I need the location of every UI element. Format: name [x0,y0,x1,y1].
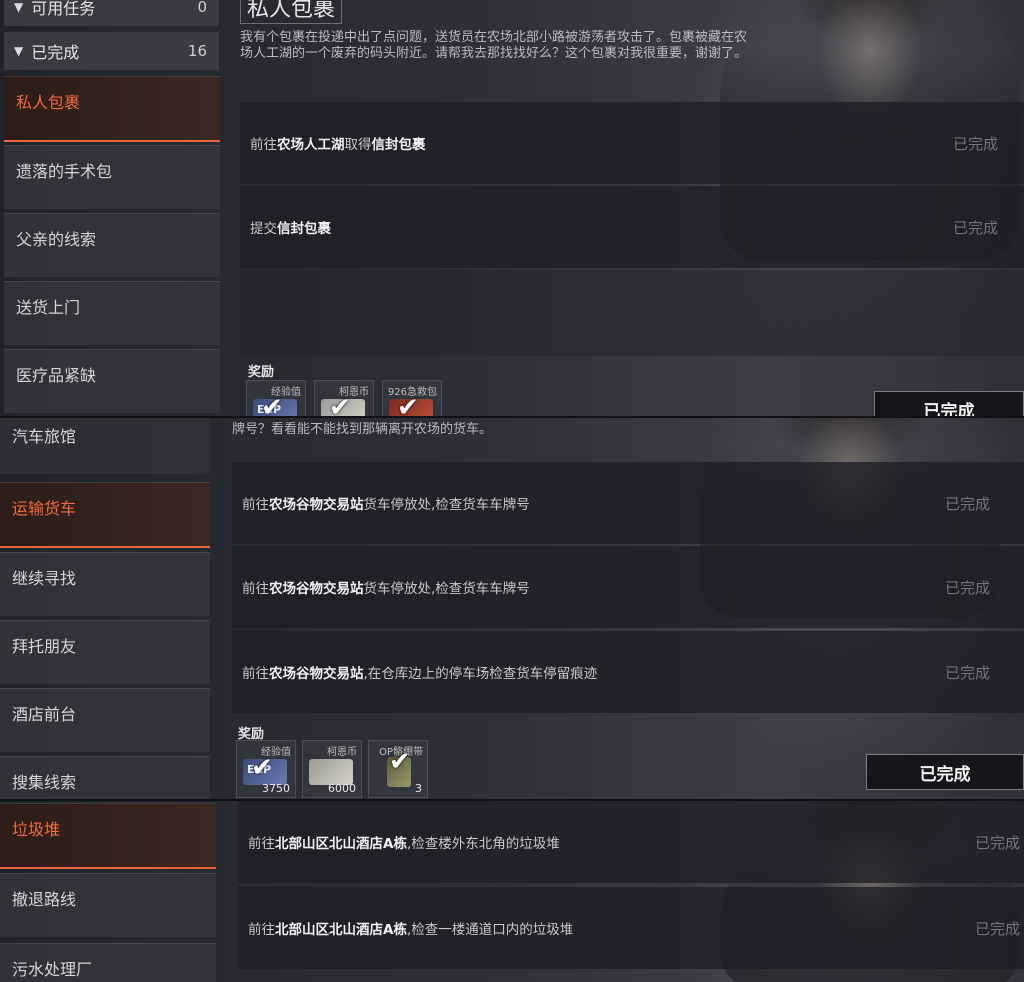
objective-status: 已完成 [952,218,998,237]
objective-text: 取得 [344,137,372,153]
quest-item[interactable]: 送货上门 [4,281,220,345]
quest-description: 我有个包裹在投递中出了点问题，送货员在农场北部小路被游荡者攻击了。包裹被藏在农场… [240,30,748,61]
objective-text: 前往 [242,581,269,597]
quest-item-label: 拜托朋友 [12,637,77,656]
objective-location: 北部山区北山酒店A栋 [275,922,407,938]
objective-text: 前往 [248,922,275,938]
reward-qty: 6000 [328,782,356,795]
quest-item-label: 垃圾堆 [12,820,61,839]
group-label: 已完成 [31,43,80,62]
check-icon: ✔ [389,747,411,777]
objective-location: 农场谷物交易站 [269,581,364,597]
objective-location: 农场谷物交易站 [269,497,364,513]
quest-sidebar: 垃圾堆 撤退路线 污水处理厂 [0,801,222,982]
quest-item-label: 医疗品紧缺 [16,366,97,385]
reward-qty: 3750 [262,782,290,795]
reward-bandage: OP骼绷带 ✔ 3 [368,740,428,798]
objective-text: 前往 [242,497,269,513]
objective-item: 信封包裹 [277,221,331,237]
objective-text: 前往 [250,137,277,153]
objective-status: 已完成 [944,578,990,597]
quest-description-tail: 牌号？看看能不能找到那辆离开农场的货车。 [232,422,493,437]
quest-item[interactable]: 父亲的线索 [4,213,220,277]
quest-item[interactable]: 污水处理厂 [0,943,216,982]
quest-item-transport-truck[interactable]: 运输货车 [0,482,210,548]
quest-sidebar: ▼ 可用任务 0 ▼ 已完成 16 私人包裹 遗落的手术包 父亲的线索 送货上门… [0,0,222,417]
reward-qty: 3 [415,782,422,795]
quest-item-label: 酒店前台 [12,705,77,724]
reward-name: 柯恩币 [327,747,357,758]
completed-button[interactable]: 已完成 [866,754,1024,790]
check-icon: ✔ [329,393,351,417]
group-count: 16 [187,42,207,60]
quest-item[interactable]: 汽车旅馆 [0,418,210,474]
check-icon: ✔ [397,393,419,417]
objective-row: 前往 农场人工湖 取得 信封包裹 已完成 [240,102,1024,184]
quest-item[interactable]: 继续寻找 [0,552,210,616]
quest-item-label: 遗落的手术包 [16,162,113,181]
chevron-down-icon: ▼ [14,0,24,14]
quest-sidebar: 汽车旅馆 运输货车 继续寻找 拜托朋友 酒店前台 搜集线索 [0,418,222,800]
objective-status: 已完成 [944,494,990,513]
reward-exp: 经验值 EXP ✔ [246,380,306,417]
reward-aid: 926急救包 ✔ [382,380,442,417]
quest-item[interactable]: 拜托朋友 [0,620,210,684]
quest-item[interactable]: 撤退路线 [0,873,216,937]
objective-status: 已完成 [974,833,1020,852]
objective-row: 前往 北部山区北山酒店A栋 ,检查一楼通道口内的垃圾堆 已完成 [238,887,1024,969]
quest-item-label: 搜集线索 [12,773,77,792]
quest-item[interactable]: 遗落的手术包 [4,145,220,209]
objective-location: 农场谷物交易站 [269,666,364,682]
quest-panel-2: 汽车旅馆 运输货车 继续寻找 拜托朋友 酒店前台 搜集线索 牌号？看看能不能找到… [0,418,1024,800]
objective-status: 已完成 [952,134,998,153]
group-available[interactable]: ▼ 可用任务 0 [4,0,219,26]
quest-item-label: 汽车旅馆 [12,427,77,446]
quest-item-label: 父亲的线索 [16,230,97,249]
group-count: 0 [197,0,207,16]
objective-text: 前往 [242,666,269,682]
quest-title: 私人包裹 [240,0,343,24]
quest-item-label: 撤退路线 [12,890,77,909]
reward-label: 奖励 [248,365,275,380]
objective-text: ,检查楼外东北角的垃圾堆 [406,836,560,852]
objective-item: 信封包裹 [371,137,426,153]
completed-button[interactable]: 已完成 [874,391,1024,417]
quest-panel-1: ▼ 可用任务 0 ▼ 已完成 16 私人包裹 遗落的手术包 父亲的线索 送货上门… [0,0,1024,417]
objective-row-empty [240,270,1024,356]
objective-row: 前往 北部山区北山酒店A栋 ,检查楼外东北角的垃圾堆 已完成 [238,801,1024,883]
quest-item[interactable]: 搜集线索 [0,756,210,800]
check-icon: ✔ [251,753,273,783]
quest-panel-3: 垃圾堆 撤退路线 污水处理厂 前往 北部山区北山酒店A栋 ,检查楼外东北角的垃圾堆 … [0,801,1024,982]
objective-row: 前往 农场谷物交易站 货车停放处,检查货车车牌号 已完成 [232,462,1024,544]
chevron-down-icon: ▼ [14,44,24,58]
objective-text: 前往 [248,836,275,852]
group-label: 可用任务 [31,0,96,18]
quest-item-private-package[interactable]: 私人包裹 [4,76,220,142]
reward-cash: 柯恩币 6000 [302,740,362,798]
quest-item-label: 送货上门 [16,298,81,317]
objective-text: ,在仓库边上的停车场检查货车停留痕迹 [363,666,598,682]
objective-status: 已完成 [974,919,1020,938]
objective-row: 前往 农场谷物交易站 ,在仓库边上的停车场检查货车停留痕迹 已完成 [232,631,1024,713]
quest-item[interactable]: 医疗品紧缺 [4,349,220,413]
reward-cash: 柯恩币 ✔ [314,380,374,417]
check-icon: ✔ [261,393,283,417]
objective-location: 北部山区北山酒店A栋 [275,836,407,852]
quest-item-label: 运输货车 [12,499,77,518]
objective-text: 货车停放处,检查货车车牌号 [363,497,530,513]
quest-item-label: 污水处理厂 [12,960,93,979]
quest-item-label: 继续寻找 [12,569,77,588]
objective-row: 前往 农场谷物交易站 货车停放处,检查货车车牌号 已完成 [232,546,1024,628]
objective-row: 提交 信封包裹 已完成 [240,186,1024,268]
objective-text: 货车停放处,检查货车车牌号 [363,581,530,597]
reward-exp: 经验值 EXP ✔ 3750 [236,740,296,798]
objective-status: 已完成 [944,663,990,682]
quest-item-garbage-pile[interactable]: 垃圾堆 [0,803,216,869]
group-completed[interactable]: ▼ 已完成 16 [4,32,219,70]
objective-text: ,检查一楼通道口内的垃圾堆 [406,922,574,938]
quest-item-label: 私人包裹 [16,93,81,112]
quest-item[interactable]: 酒店前台 [0,688,210,752]
objective-text: 提交 [250,221,277,237]
objective-location: 农场人工湖 [277,137,345,153]
